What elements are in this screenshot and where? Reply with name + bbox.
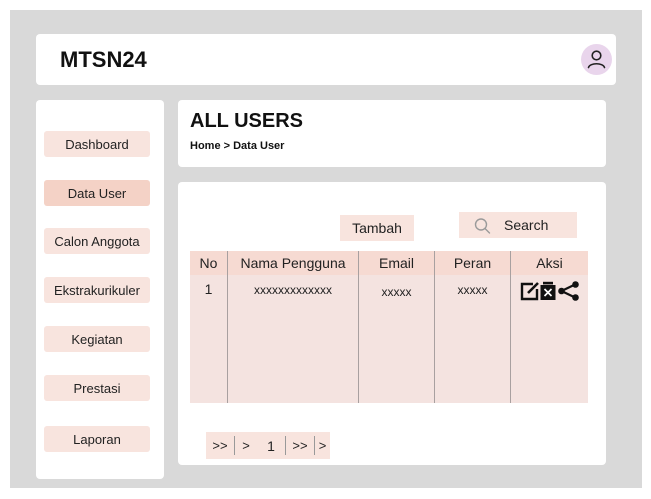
user-avatar[interactable] xyxy=(581,44,612,75)
cell-role: xxxxx xyxy=(457,283,488,297)
delete-icon[interactable] xyxy=(540,281,556,301)
app-title: MTSN24 xyxy=(60,47,147,72)
page-title: ALL USERS xyxy=(190,110,303,132)
sidebar-item-prestasi[interactable]: Prestasi xyxy=(44,375,150,401)
column-divider xyxy=(434,251,435,403)
user-icon xyxy=(587,50,606,69)
breadcrumb[interactable]: Home > Data User xyxy=(190,140,284,152)
column-header-no: No xyxy=(199,255,218,271)
pagination-next-button[interactable]: > xyxy=(235,432,257,459)
sidebar: Dashboard Data User Calon Anggota Ekstra… xyxy=(36,100,164,479)
column-header-name: Nama Pengguna xyxy=(240,255,346,271)
top-header: MTSN24 xyxy=(36,34,616,85)
cell-no: 1 xyxy=(204,281,213,297)
sidebar-item-calon-anggota[interactable]: Calon Anggota xyxy=(44,228,150,254)
search-label: Search xyxy=(504,217,549,233)
sidebar-item-label: Dashboard xyxy=(65,136,129,152)
app-frame: MTSN24 Dashboard Data User Calon Anggota… xyxy=(10,10,642,488)
cell-email: xxxxx xyxy=(381,285,412,299)
pagination-last-button[interactable]: >> xyxy=(206,432,234,459)
sidebar-item-label: Ekstrakurikuler xyxy=(54,282,140,298)
column-header-role: Peran xyxy=(453,255,492,271)
sidebar-item-laporan[interactable]: Laporan xyxy=(44,426,150,452)
sidebar-item-dashboard[interactable]: Dashboard xyxy=(44,131,150,157)
search-input[interactable]: Search xyxy=(459,212,577,238)
sidebar-item-label: Calon Anggota xyxy=(54,233,140,249)
column-divider xyxy=(510,251,511,403)
column-header-actions: Aksi xyxy=(536,255,563,271)
sidebar-item-label: Kegiatan xyxy=(71,331,123,347)
column-divider xyxy=(358,251,359,403)
cell-name: xxxxxxxxxxxxx xyxy=(254,283,332,297)
users-table: No Nama Pengguna Email Peran Aksi 1 xxxx… xyxy=(190,251,588,403)
add-user-button[interactable]: Tambah xyxy=(340,215,414,241)
pagination-page-1[interactable]: 1 xyxy=(257,432,285,459)
sidebar-item-ekstrakurikuler[interactable]: Ekstrakurikuler xyxy=(44,277,150,303)
main-panel: Tambah Search No Nama Pengguna Email Per… xyxy=(178,182,606,465)
pagination-step-button[interactable]: > xyxy=(315,432,330,459)
search-icon xyxy=(474,218,491,234)
sidebar-item-label: Prestasi xyxy=(73,380,121,396)
title-panel: ALL USERS Home > Data User xyxy=(178,100,606,167)
pagination-forward-button[interactable]: >> xyxy=(286,432,314,459)
sidebar-item-kegiatan[interactable]: Kegiatan xyxy=(44,326,150,352)
column-divider xyxy=(227,251,228,403)
sidebar-item-label: Laporan xyxy=(73,431,121,447)
sidebar-item-label: Data User xyxy=(67,185,127,201)
column-header-email: Email xyxy=(378,255,414,271)
sidebar-item-data-user[interactable]: Data User xyxy=(44,180,150,206)
edit-icon[interactable] xyxy=(520,281,540,301)
row-actions xyxy=(520,281,582,301)
share-icon[interactable] xyxy=(557,281,581,301)
